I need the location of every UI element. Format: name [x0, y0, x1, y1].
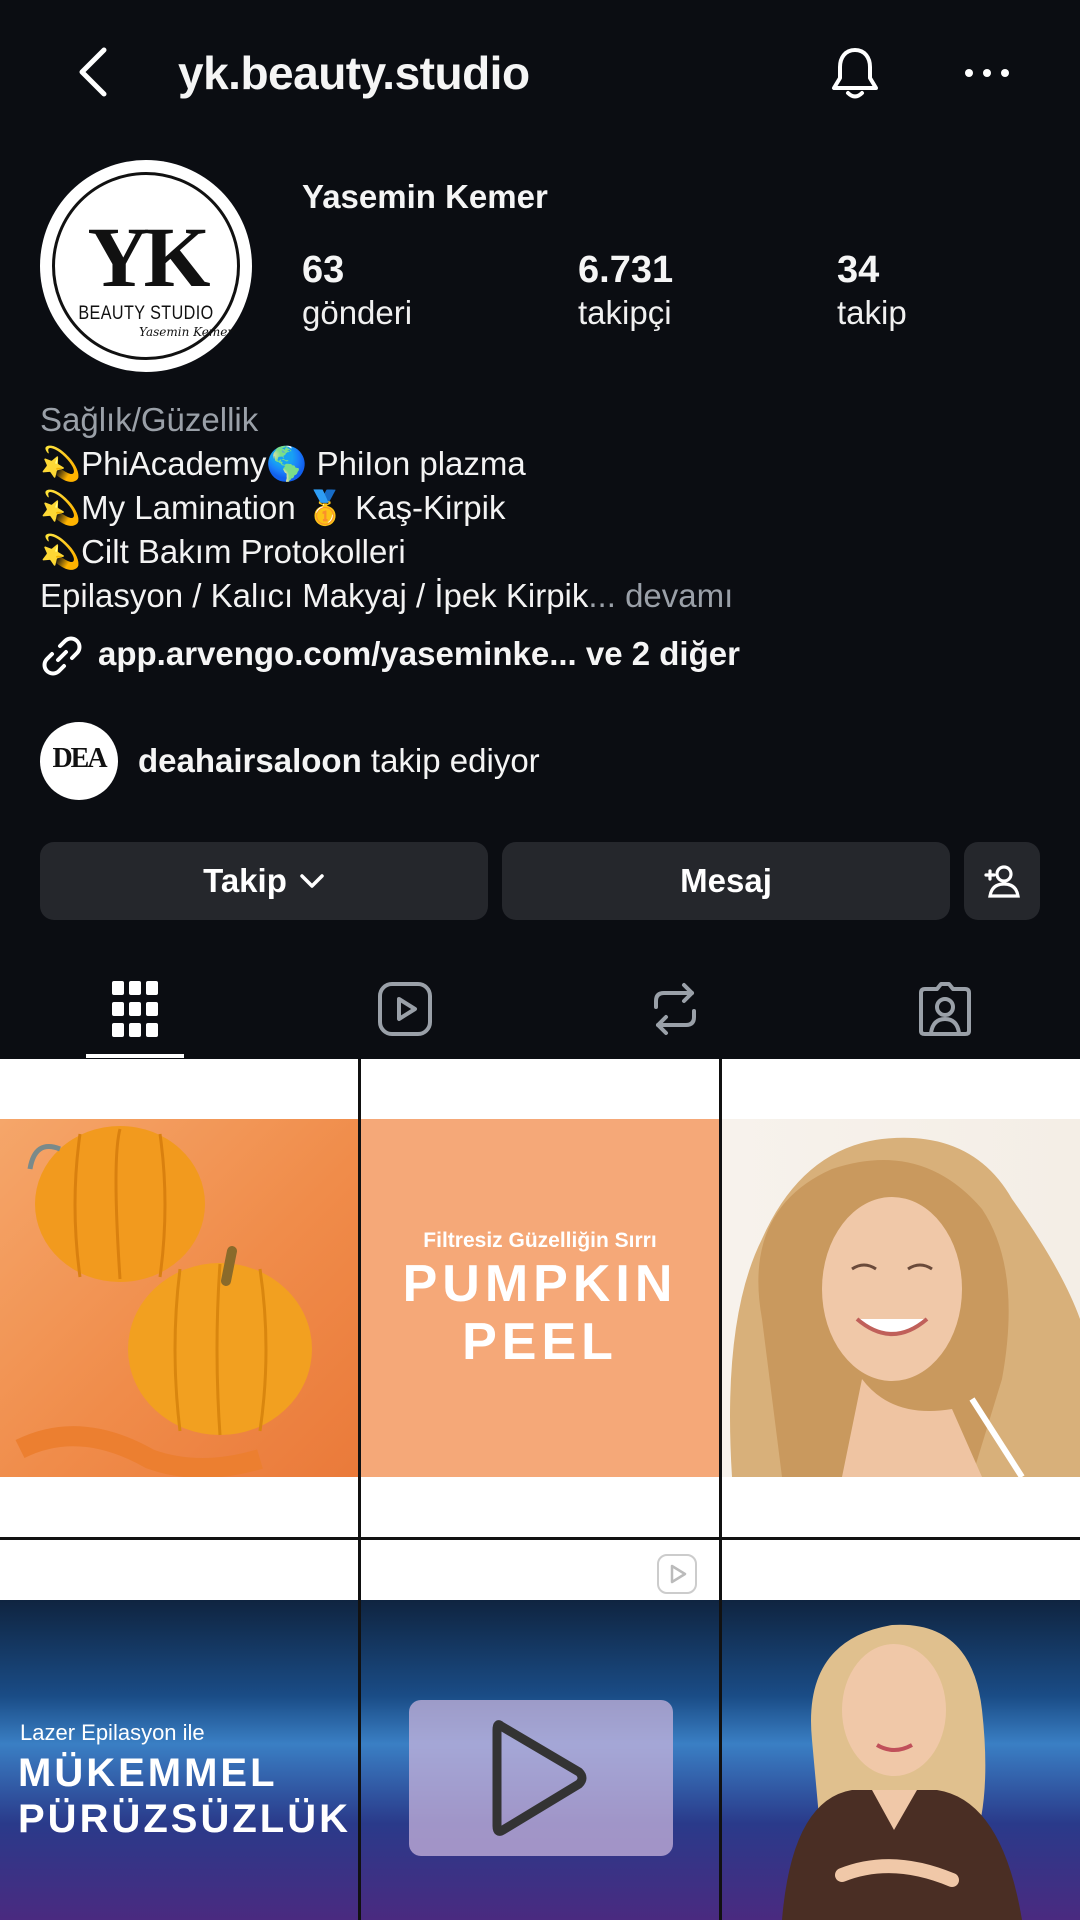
tab-reposts[interactable]: [540, 960, 810, 1058]
bio-more-link[interactable]: ... devamı: [588, 577, 733, 614]
tab-tagged[interactable]: [810, 960, 1080, 1058]
profile-links[interactable]: app.arvengo.com/yaseminke... ve 2 diğer: [40, 630, 1040, 680]
tab-grid[interactable]: [0, 960, 270, 1058]
suggest-users-button[interactable]: [964, 842, 1040, 920]
bio-line: 💫My Lamination 🥇 Kaş-Kirpik: [40, 489, 506, 526]
post-subtitle: Filtresiz Güzelliğin Sırrı: [423, 1229, 657, 1252]
grid-icon: [112, 981, 158, 1037]
tagged-icon: [919, 982, 971, 1036]
post-subtitle: Lazer Epilasyon ile: [20, 1720, 205, 1745]
reposts-icon: [654, 983, 696, 1035]
top-bar: yk.beauty.studio: [0, 0, 1080, 150]
avatar-logo-text: YK: [87, 209, 211, 305]
posts-grid: Filtresiz Güzelliğin Sırrı PUMPKIN PEEL L…: [0, 1059, 1080, 1920]
message-button[interactable]: Mesaj: [502, 842, 950, 920]
stat-posts[interactable]: 63 gönderi: [302, 248, 412, 334]
stat-value: 34: [837, 249, 880, 291]
play-icon: [492, 1720, 587, 1836]
follow-button-label: Takip: [203, 862, 287, 899]
post-image: [722, 1600, 1080, 1920]
reels-icon: [378, 982, 432, 1036]
bell-icon[interactable]: [826, 44, 884, 102]
post-title-line: PÜRÜZSÜZLÜK: [18, 1797, 351, 1841]
stat-label: takip: [837, 294, 907, 331]
post-image: Filtresiz Güzelliğin Sırrı PUMPKIN PEEL: [361, 1119, 719, 1477]
link-text[interactable]: app.arvengo.com/yaseminke... ve 2 diğer: [98, 635, 740, 673]
post-title-line: PUMPKIN: [402, 1255, 678, 1313]
stat-value: 63: [302, 249, 345, 291]
mutual-followers[interactable]: DEA deahairsaloon takip ediyor: [40, 722, 1040, 802]
profile-tabs: [0, 960, 1080, 1058]
post-image: [722, 1119, 1080, 1479]
post-thumbnail[interactable]: Filtresiz Güzelliğin Sırrı PUMPKIN PEEL: [361, 1059, 719, 1537]
mutual-suffix: takip ediyor: [361, 742, 540, 779]
post-thumbnail[interactable]: [722, 1540, 1080, 1920]
bio-line-last: Epilasyon / Kalıcı Makyaj / İpek Kirpik.…: [40, 577, 733, 615]
chevron-down-icon: [300, 874, 324, 888]
post-thumbnail[interactable]: [722, 1059, 1080, 1537]
profile-category: Sağlık/Güzellik: [40, 401, 259, 438]
link-icon: [40, 634, 84, 678]
mutual-avatar: DEA: [40, 722, 118, 800]
post-title: MÜKEMMEL PÜRÜZSÜZLÜK: [18, 1750, 351, 1842]
stat-following[interactable]: 34 takip: [837, 248, 907, 334]
more-options-icon[interactable]: [962, 60, 1012, 86]
bio-line: 💫PhiAcademy🌎 PhiIon plazma: [40, 445, 526, 482]
profile-avatar[interactable]: YK BEAUTY STUDIO Yasemin Kemer: [40, 160, 252, 372]
profile-username: yk.beauty.studio: [178, 47, 530, 99]
stat-label: gönderi: [302, 294, 413, 331]
post-title: PUMPKIN PEEL: [361, 1255, 719, 1371]
tab-reels[interactable]: [270, 960, 540, 1058]
post-thumbnail[interactable]: Lazer Epilasyon ile MÜKEMMEL PÜRÜZSÜZLÜK: [0, 1540, 358, 1920]
bio-line-text: Epilasyon / Kalıcı Makyaj / İpek Kirpik: [40, 577, 589, 614]
avatar-logo-subtext: BEAUTY STUDIO: [78, 303, 214, 324]
reel-badge-icon: [657, 1554, 697, 1594]
message-button-label: Mesaj: [680, 862, 772, 899]
back-icon[interactable]: [70, 42, 118, 102]
follow-button[interactable]: Takip: [40, 842, 488, 920]
post-thumbnail[interactable]: [0, 1059, 358, 1537]
add-person-icon: [984, 865, 1020, 898]
avatar-logo-ring: YK BEAUTY STUDIO Yasemin Kemer: [52, 172, 240, 360]
post-image: [0, 1119, 358, 1478]
mutual-avatar-text: DEA: [52, 743, 107, 774]
mutual-username: deahairsaloon: [138, 742, 362, 779]
post-title-line: MÜKEMMEL: [18, 1751, 278, 1795]
mutual-text: deahairsaloon takip ediyor: [138, 742, 540, 780]
play-overlay: [409, 1700, 673, 1856]
active-tab-indicator: [86, 1054, 184, 1058]
post-thumbnail[interactable]: [361, 1540, 719, 1920]
stat-followers[interactable]: 6.731 takipçi: [578, 248, 673, 334]
post-title-line: PEEL: [462, 1313, 618, 1371]
avatar-signature: Yasemin Kemer: [139, 325, 234, 339]
bio-line: 💫Cilt Bakım Protokolleri: [40, 533, 406, 570]
post-image: [361, 1600, 719, 1920]
post-image: Lazer Epilasyon ile MÜKEMMEL PÜRÜZSÜZLÜK: [0, 1600, 358, 1920]
stat-label: takipçi: [578, 294, 672, 331]
stat-value: 6.731: [578, 249, 674, 291]
profile-display-name: Yasemin Kemer: [302, 178, 548, 215]
